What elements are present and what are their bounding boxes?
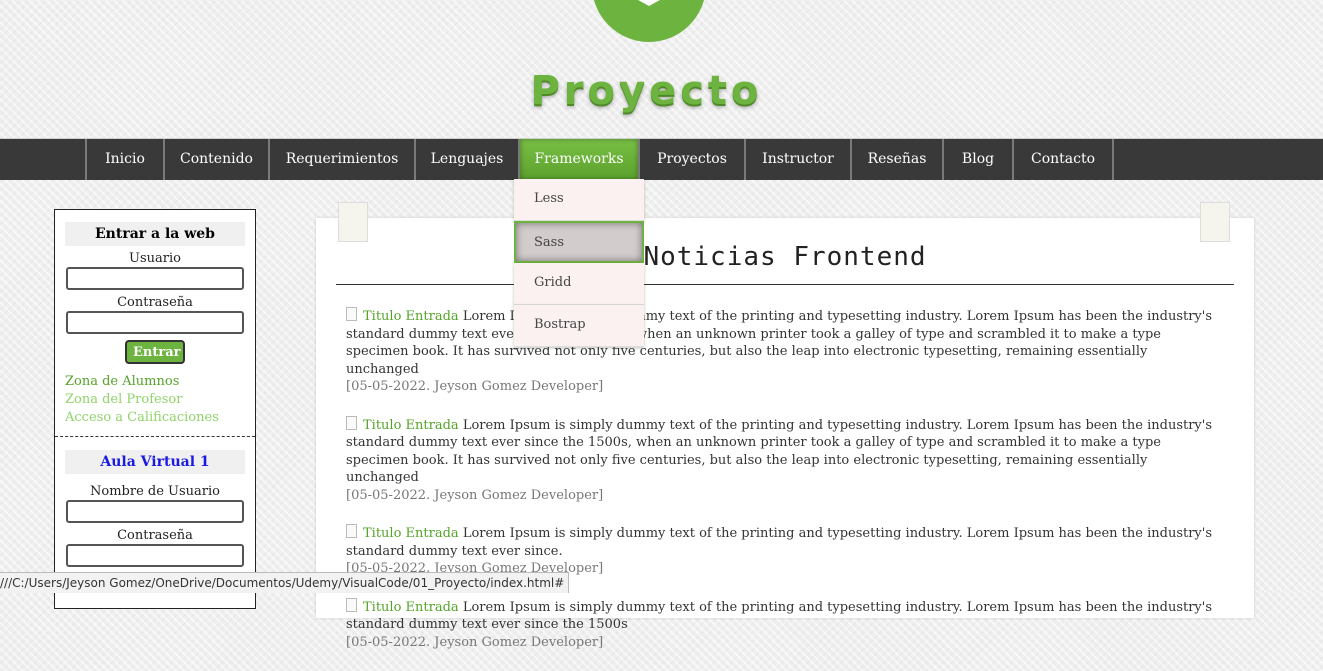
aula-password-label: Contraseña xyxy=(117,528,193,543)
list-item: Titulo Entrada Lorem Ipsum is simply dum… xyxy=(346,524,1216,578)
document-icon xyxy=(346,415,357,430)
dropdown-item-less[interactable]: Less xyxy=(514,179,644,221)
password-label: Contraseña xyxy=(117,295,193,310)
nav-list: Inicio Contenido Requerimientos Lenguaje… xyxy=(85,139,1114,180)
list-item: Titulo Entrada Lorem Ipsum is simply dum… xyxy=(346,307,1216,396)
entry-meta: [05-05-2022. Jeyson Gomez Developer] xyxy=(346,634,604,650)
entry-meta: [05-05-2022. Jeyson Gomez Developer] xyxy=(346,379,604,394)
title-divider xyxy=(336,284,1234,285)
nav-item-lenguajes[interactable]: Lenguajes xyxy=(416,139,520,180)
dropdown-item-sass[interactable]: Sass xyxy=(514,221,644,263)
tape-decoration-right xyxy=(1200,202,1230,242)
entry-text: Lorem Ipsum is simply dummy text of the … xyxy=(346,526,1213,559)
aula-user-label: Nombre de Usuario xyxy=(90,484,220,499)
site-title: Proyecto xyxy=(530,68,763,114)
logo xyxy=(592,0,706,42)
link-zona-alumnos[interactable]: Zona de Alumnos xyxy=(65,373,255,391)
aula-title: Aula Virtual 1 xyxy=(65,450,245,474)
nav-item-requerimientos[interactable]: Requerimientos xyxy=(270,139,416,180)
sidebar: Entrar a la web Usuario Contraseña Entra… xyxy=(54,209,256,609)
page-title: Noticias Frontend xyxy=(643,242,927,272)
list-item: Titulo Entrada Lorem Ipsum is simply dum… xyxy=(346,597,1216,652)
entries-list: Titulo Entrada Lorem Ipsum is simply dum… xyxy=(346,307,1216,671)
sidebar-links: Zona de Alumnos Zona del Profesor Acceso… xyxy=(65,373,255,427)
link-zona-profesor[interactable]: Zona del Profesor xyxy=(65,391,255,409)
aula-password-input[interactable] xyxy=(66,544,244,567)
entry-title[interactable]: Titulo Entrada xyxy=(363,600,459,615)
nav-item-instructor[interactable]: Instructor xyxy=(746,139,852,180)
entry-title[interactable]: Titulo Entrada xyxy=(363,526,459,541)
nav-item-frameworks[interactable]: Frameworks xyxy=(520,139,640,180)
login-button[interactable]: Entrar xyxy=(125,340,185,364)
document-icon xyxy=(346,307,357,321)
status-bar-url: ///C:/Users/Jeyson Gomez/OneDrive/Docume… xyxy=(0,572,570,593)
user-input[interactable] xyxy=(66,267,244,290)
frameworks-dropdown: Less Sass Gridd Bostrap xyxy=(514,179,644,347)
login-title: Entrar a la web xyxy=(65,222,245,246)
link-calificaciones[interactable]: Acceso a Calificaciones xyxy=(65,409,255,427)
nav-item-contenido[interactable]: Contenido xyxy=(165,139,270,180)
nav-item-proyectos[interactable]: Proyectos xyxy=(640,139,746,180)
main-nav: Inicio Contenido Requerimientos Lenguaje… xyxy=(0,138,1323,180)
dropdown-item-bostrap[interactable]: Bostrap xyxy=(514,305,644,347)
logo-box-icon xyxy=(638,0,660,6)
password-input[interactable] xyxy=(66,311,244,334)
user-label: Usuario xyxy=(129,251,181,266)
nav-item-contacto[interactable]: Contacto xyxy=(1014,139,1114,180)
nav-item-blog[interactable]: Blog xyxy=(944,139,1014,180)
nav-item-inicio[interactable]: Inicio xyxy=(87,139,165,180)
news-panel: Noticias Frontend Titulo Entrada Lorem I… xyxy=(316,218,1254,650)
entry-text: Lorem Ipsum is simply dummy text of the … xyxy=(346,417,1213,486)
entry-meta: [05-05-2022. Jeyson Gomez Developer] xyxy=(346,487,604,503)
document-icon xyxy=(346,524,357,538)
tape-decoration-left xyxy=(338,202,368,242)
entry-title[interactable]: Titulo Entrada xyxy=(363,418,459,433)
list-item: Titulo Entrada Lorem Ipsum is simply dum… xyxy=(346,415,1216,505)
dropdown-item-gridd[interactable]: Gridd xyxy=(514,263,644,305)
aula-user-input[interactable] xyxy=(66,500,244,523)
entry-text: Lorem Ipsum is simply dummy text of the … xyxy=(346,309,1213,377)
document-icon xyxy=(346,597,357,612)
sidebar-divider xyxy=(55,436,255,437)
nav-item-resenas[interactable]: Reseñas xyxy=(852,139,944,180)
entry-title[interactable]: Titulo Entrada xyxy=(363,309,459,324)
entry-text: Lorem Ipsum is simply dummy text of the … xyxy=(346,599,1213,633)
